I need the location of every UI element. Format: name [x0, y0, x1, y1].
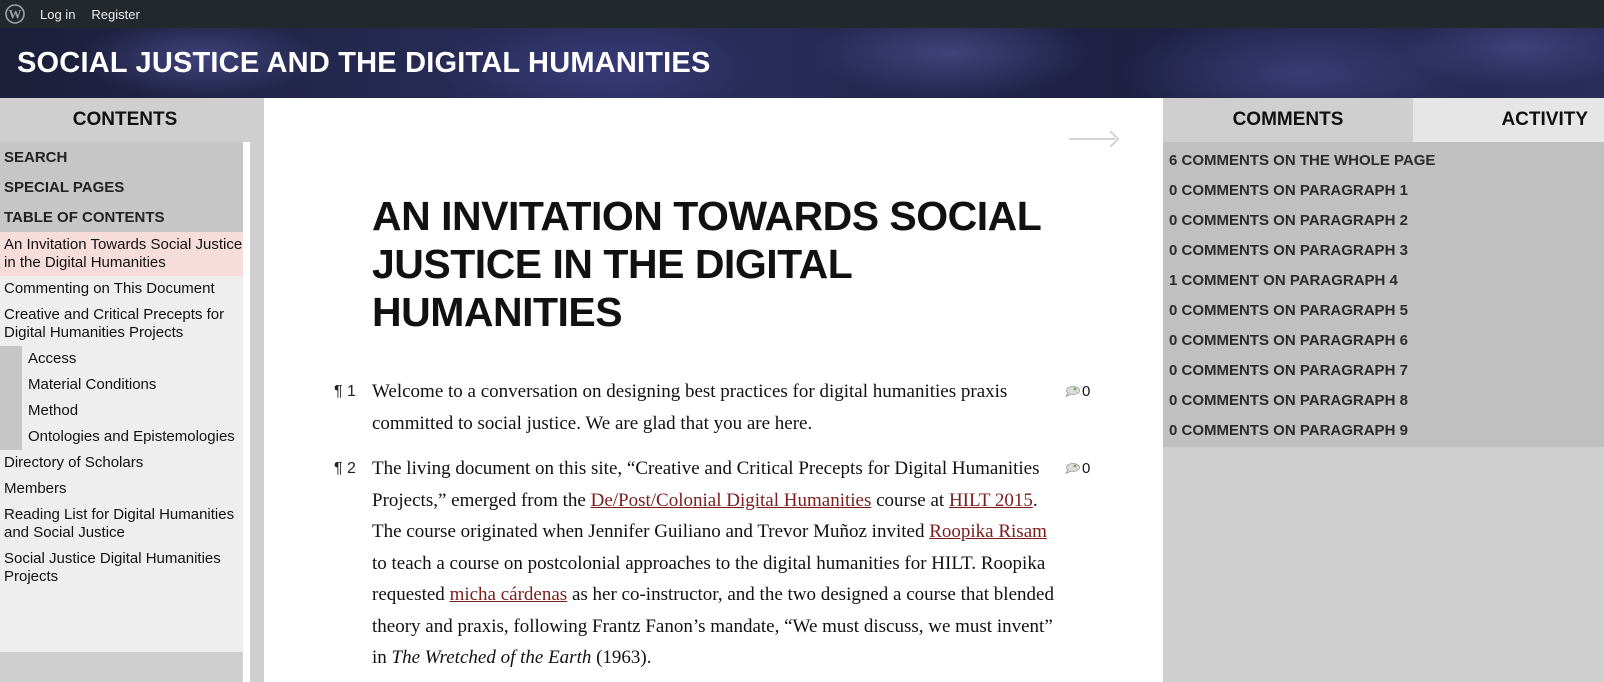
svg-text:W: W — [9, 7, 22, 22]
comments-item-paragraph-4[interactable]: 1 COMMENT ON PARAGRAPH 4 — [1163, 265, 1604, 295]
comments-item-paragraph-8[interactable]: 0 COMMENTS ON PARAGRAPH 8 — [1163, 385, 1604, 415]
paragraph-comment-count[interactable]: 0 — [1064, 460, 1090, 477]
sidebar-item-special-pages[interactable]: SPECIAL PAGES — [0, 172, 250, 202]
login-link[interactable]: Log in — [40, 7, 75, 22]
toc-subsection: Access Material Conditions Method Ontolo… — [0, 346, 250, 450]
toc-subsection-indent — [0, 346, 22, 450]
toc-item-reading-list[interactable]: Reading List for Digital Humanities and … — [0, 502, 250, 546]
link-hilt-2015[interactable]: HILT 2015 — [949, 490, 1033, 511]
arrow-right-icon[interactable] — [1069, 138, 1115, 140]
contents-list: SEARCH SPECIAL PAGES TABLE OF CONTENTS A… — [0, 142, 250, 652]
toc-item-ontologies[interactable]: Ontologies and Epistemologies — [22, 424, 250, 450]
toc-item-access[interactable]: Access — [22, 346, 250, 372]
paragraph-number: ¶ 2 — [334, 460, 356, 477]
comments-item-paragraph-6[interactable]: 0 COMMENTS ON PARAGRAPH 6 — [1163, 325, 1604, 355]
comments-item-paragraph-5[interactable]: 0 COMMENTS ON PARAGRAPH 5 — [1163, 295, 1604, 325]
toc-item-commenting[interactable]: Commenting on This Document — [0, 276, 250, 302]
sidebar-item-search[interactable]: SEARCH — [0, 142, 250, 172]
site-title[interactable]: SOCIAL JUSTICE AND THE DIGITAL HUMANITIE… — [17, 47, 711, 80]
comment-bubble-icon — [1065, 463, 1080, 474]
comment-count-value: 0 — [1082, 460, 1091, 477]
toc-item-members[interactable]: Members — [0, 476, 250, 502]
paragraph-2: The living document on this site, “Creat… — [372, 453, 1062, 674]
paragraph-number: ¶ 1 — [334, 383, 356, 400]
comments-item-whole-page[interactable]: 6 COMMENTS ON THE WHOLE PAGE — [1163, 145, 1604, 175]
comments-item-paragraph-1[interactable]: 0 COMMENTS ON PARAGRAPH 1 — [1163, 175, 1604, 205]
page-title: AN INVITATION TOWARDS SOCIAL JUSTICE IN … — [372, 193, 1041, 335]
comments-sidebar: COMMENTS ACTIVITY 6 COMMENTS ON THE WHOL… — [1163, 98, 1604, 682]
sidebar-tabs: COMMENTS ACTIVITY — [1163, 98, 1604, 142]
toc-item-method[interactable]: Method — [22, 398, 250, 424]
tab-comments[interactable]: COMMENTS — [1163, 98, 1413, 142]
comments-item-paragraph-9[interactable]: 0 COMMENTS ON PARAGRAPH 9 — [1163, 415, 1604, 445]
comment-bubble-icon — [1065, 386, 1080, 397]
comment-count-value: 0 — [1082, 383, 1091, 400]
link-micha-cardenas[interactable]: micha cárdenas — [450, 584, 568, 605]
toc-item-precepts[interactable]: Creative and Critical Precepts for Digit… — [0, 302, 250, 346]
link-depostcolonial[interactable]: De/Post/Colonial Digital Humanities — [591, 490, 872, 511]
book-title: The Wretched of the Earth — [391, 647, 592, 668]
contents-sidebar: CONTENTS SEARCH SPECIAL PAGES TABLE OF C… — [0, 98, 250, 682]
main-content: AN INVITATION TOWARDS SOCIAL JUSTICE IN … — [264, 98, 1163, 682]
tab-activity[interactable]: ACTIVITY — [1413, 98, 1604, 142]
paragraph-text: (1963). — [591, 647, 652, 668]
sidebar-item-table-of-contents[interactable]: TABLE OF CONTENTS — [0, 202, 250, 232]
paragraph-text: course at — [871, 489, 949, 511]
toc-item-material-conditions[interactable]: Material Conditions — [22, 372, 250, 398]
comments-list: 6 COMMENTS ON THE WHOLE PAGE 0 COMMENTS … — [1163, 142, 1604, 447]
sidebar-scrollbar[interactable] — [243, 142, 250, 682]
toc-item-invitation[interactable]: An Invitation Towards Social Justice in … — [0, 232, 250, 276]
admin-bar: W Log in Register — [0, 0, 1604, 28]
link-roopika-risam[interactable]: Roopika Risam — [929, 521, 1047, 542]
paragraph-1: Welcome to a conversation on designing b… — [372, 381, 1008, 434]
toc-item-directory[interactable]: Directory of Scholars — [0, 450, 250, 476]
comments-item-paragraph-2[interactable]: 0 COMMENTS ON PARAGRAPH 2 — [1163, 205, 1604, 235]
paragraph-comment-count[interactable]: 0 — [1064, 383, 1090, 400]
comments-item-paragraph-3[interactable]: 0 COMMENTS ON PARAGRAPH 3 — [1163, 235, 1604, 265]
comments-item-paragraph-7[interactable]: 0 COMMENTS ON PARAGRAPH 7 — [1163, 355, 1604, 385]
register-link[interactable]: Register — [91, 7, 139, 22]
tab-contents[interactable]: CONTENTS — [0, 98, 250, 142]
site-header: SOCIAL JUSTICE AND THE DIGITAL HUMANITIE… — [0, 28, 1604, 98]
wordpress-logo-icon[interactable]: W — [4, 3, 26, 25]
toc-item-projects[interactable]: Social Justice Digital Humanities Projec… — [0, 546, 250, 590]
